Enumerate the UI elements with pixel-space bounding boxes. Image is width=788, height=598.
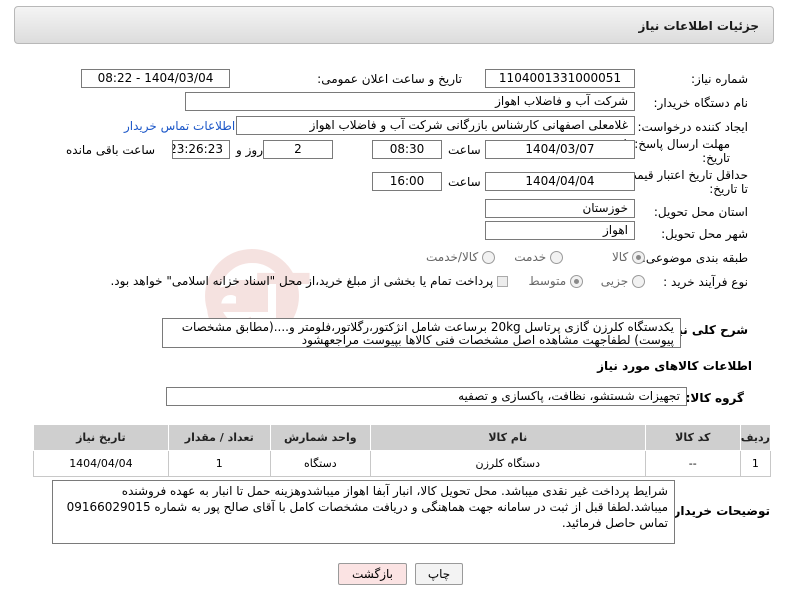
remaining-time-field: 23:26:23 [172,140,230,159]
announce-field: 1404/03/04 - 08:22 [81,69,230,88]
column-header: کد کالا [644,424,741,451]
column-header: نام کالا [369,424,646,451]
requester-field: غلامعلی اصفهانی کارشناس بازرگانی شرکت آب… [236,116,635,135]
province-field: خوزستان [485,199,635,218]
goods-section-title: اطلاعات کالاهای مورد نیاز [597,359,752,373]
deadline-time-label: ساعت [448,143,481,157]
validity-time-label: ساعت [448,175,481,189]
radio-checked-icon[interactable] [632,251,645,264]
header-panel: جزئیات اطلاعات نیاز [14,6,774,44]
checkbox-icon[interactable] [497,276,508,287]
city-label: شهر محل تحویل: [661,227,748,241]
contact-info-link[interactable]: اطلاعات تماس خریدار [124,119,235,133]
radio-icon[interactable] [632,275,645,288]
process-option-minor[interactable]: جزیی [601,274,645,288]
category-option-both[interactable]: کالا/خدمت [426,250,495,264]
payment-note: پرداخت تمام یا بخشی از مبلغ خرید،از محل … [110,274,494,288]
buyer-notes-label: توضیحات خریدار: [668,504,770,518]
column-header: تعداد / مقدار [167,424,271,451]
page-title: جزئیات اطلاعات نیاز [638,19,759,33]
column-header: تاریخ نیاز [33,424,169,451]
category-option-goods[interactable]: کالا [612,250,645,264]
buyer-notes-field: شرایط پرداخت غیر نقدی میباشد. محل تحویل … [52,480,675,544]
need-number-label: شماره نیاز: [691,72,748,86]
description-field: یکدستگاه کلرزن گازی پرتاسل 20kg برساعت ش… [162,318,681,348]
validity-label: حداقل تاریخ اعتبار قیمت: [621,168,748,182]
announce-label: تاریخ و ساعت اعلان عمومی: [317,72,462,86]
validity-label-date: تا تاریخ: [709,182,748,196]
radio-icon[interactable] [482,251,495,264]
column-header: واحد شمارش [269,424,371,451]
province-label: استان محل تحویل: [653,205,748,219]
column-header: ردیف [739,424,772,451]
print-button[interactable]: چاپ [415,563,463,585]
need-number-field: 1104001331000051 [485,69,635,88]
remaining-label: ساعت باقی مانده [66,143,156,157]
treasury-payment-option[interactable]: پرداخت تمام یا بخشی از مبلغ خرید،از محل … [110,274,508,288]
table-cell: دستگاه کلرزن [369,450,646,477]
category-option-service[interactable]: خدمت [514,250,563,264]
goods-table: ردیف کد کالا نام کالا واحد شمارش تعداد /… [33,424,772,477]
back-button[interactable]: بازگشت [338,563,407,585]
deadline-date-field: 1404/03/07 [485,140,635,159]
process-label: نوع فرآیند خرید : [663,275,748,289]
deadline-label-date: تاریخ: [702,151,730,165]
table-cell: دستگاه [269,450,371,477]
radio-checked-icon[interactable] [570,275,583,288]
days-remaining-field: 2 [263,140,333,159]
goods-group-field: تجهیزات شستشو، نظافت، پاکسازی و تصفیه [166,387,687,406]
category-label: طبقه بندی موضوعی: [641,251,748,265]
deadline-time-field: 08:30 [372,140,442,159]
radio-icon[interactable] [550,251,563,264]
table-cell: 1 [739,450,772,477]
city-field: اهواز [485,221,635,240]
validity-date-field: 1404/04/04 [485,172,635,191]
days-label: روز و [236,143,263,157]
buyer-org-label: نام دستگاه خریدار: [653,96,749,110]
process-option-medium[interactable]: متوسط [528,274,583,288]
table-cell: 1 [167,450,271,477]
goods-group-label: گروه کالا: [685,391,744,405]
deadline-label: مهلت ارسال پاسخ: تا [623,137,730,151]
buyer-org-field: شرکت آب و فاضلاب اهواز [185,92,635,111]
table-cell: -- [644,450,741,477]
goods-table-header: ردیف کد کالا نام کالا واحد شمارش تعداد /… [33,424,772,451]
requester-label: ایجاد کننده درخواست: [637,120,748,134]
table-cell: 1404/04/04 [33,450,169,477]
validity-time-field: 16:00 [372,172,442,191]
table-row: 1 -- دستگاه کلرزن دستگاه 1 1404/04/04 [33,450,772,477]
